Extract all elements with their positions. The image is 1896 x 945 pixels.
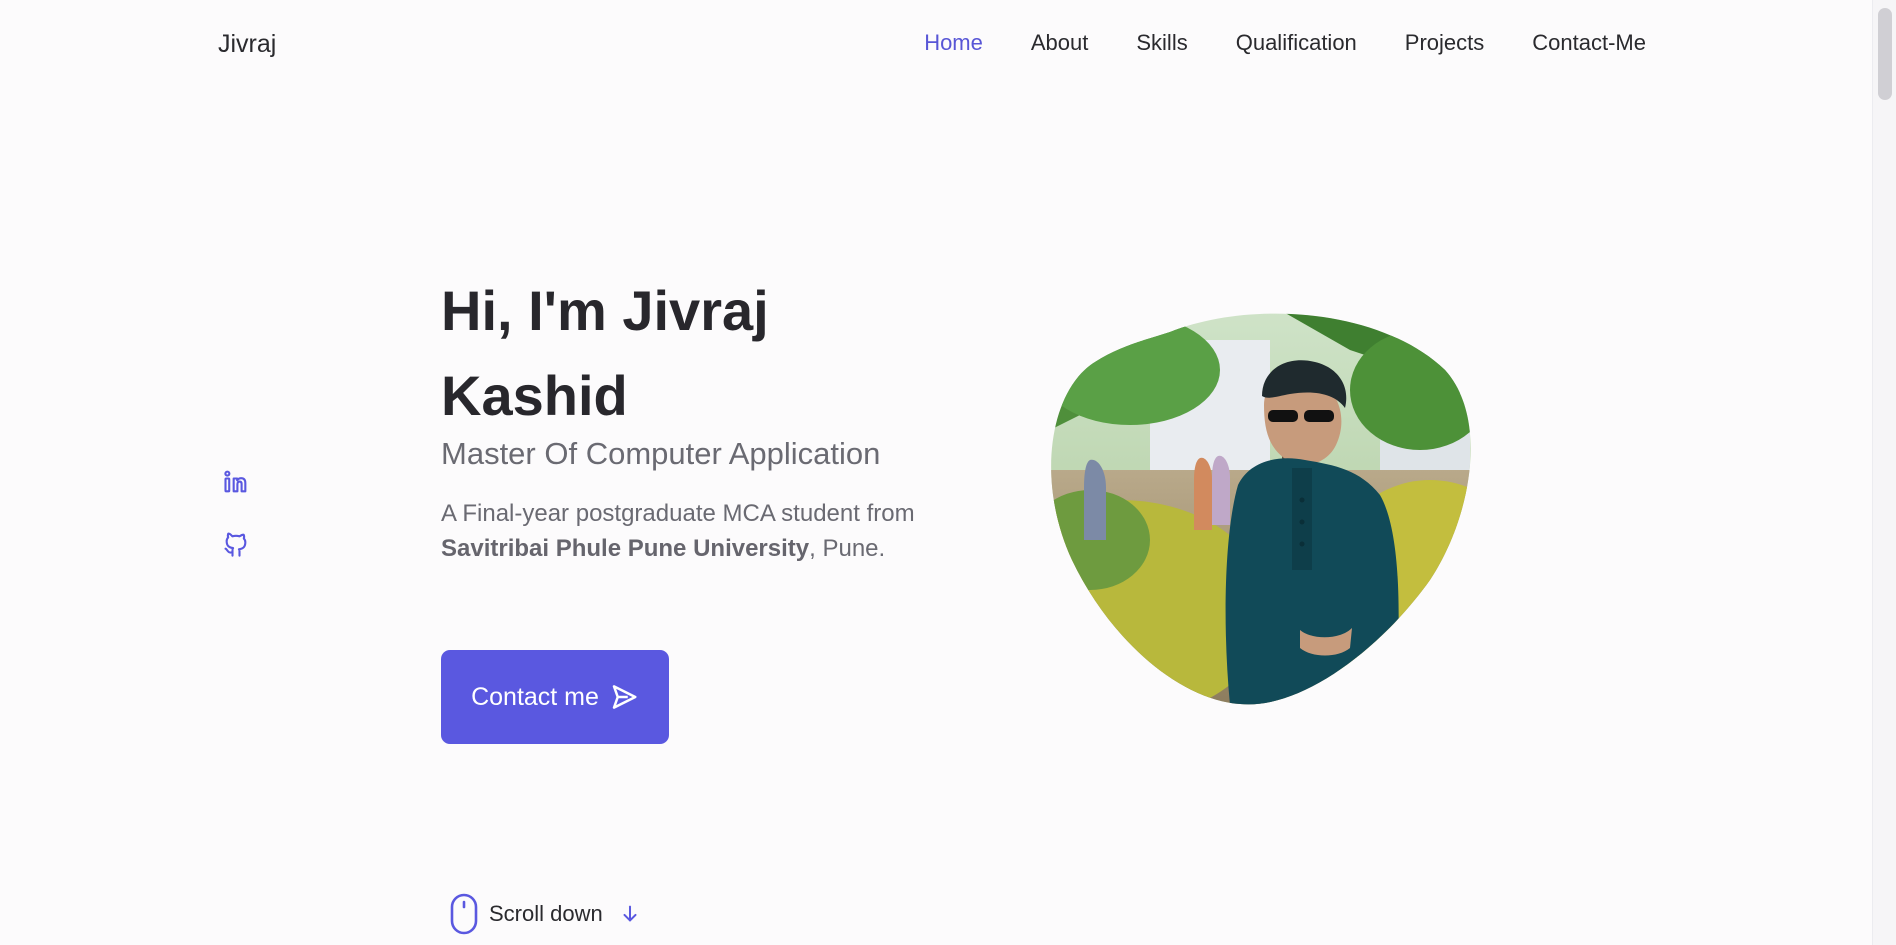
page: Jivraj Home About Skills Qualification P… <box>0 0 1896 945</box>
nav-projects[interactable]: Projects <box>1405 30 1484 56</box>
hero-title-line2: Kashid <box>441 364 628 427</box>
linkedin-icon[interactable] <box>222 468 250 496</box>
hero-desc-university: Savitribai Phule Pune University <box>441 535 810 562</box>
arrow-down-icon <box>623 905 637 922</box>
scroll-down-label: Scroll down <box>489 901 603 926</box>
send-icon <box>612 685 637 709</box>
hero-title-line1: Hi, I'm Jivraj <box>441 279 769 342</box>
nav-qualification[interactable]: Qualification <box>1236 30 1357 56</box>
scroll-down[interactable]: Scroll down <box>449 893 641 935</box>
nav-contact-me[interactable]: Contact-Me <box>1532 30 1646 56</box>
hero-description: A Final-year postgraduate MCA student fr… <box>441 496 941 566</box>
hero-desc-prefix: A Final-year postgraduate MCA student fr… <box>441 500 915 527</box>
scrollbar-thumb[interactable] <box>1878 8 1892 100</box>
contact-me-label: Contact me <box>471 682 599 711</box>
nav-home[interactable]: Home <box>924 30 983 56</box>
hero-title: Hi, I'm Jivraj Kashid <box>441 268 1001 438</box>
profile-photo <box>1051 313 1471 705</box>
github-icon[interactable] <box>222 530 250 558</box>
hero-subtitle: Master Of Computer Application <box>441 436 881 471</box>
hero-desc-suffix: , Pune. <box>809 535 886 562</box>
vertical-scrollbar[interactable] <box>1872 0 1896 945</box>
social-links <box>222 468 250 558</box>
nav-about[interactable]: About <box>1031 30 1089 56</box>
nav-skills[interactable]: Skills <box>1136 30 1187 56</box>
header: Jivraj Home About Skills Qualification P… <box>0 0 1872 92</box>
main-nav: Home About Skills Qualification Projects… <box>924 30 1646 56</box>
contact-me-button[interactable]: Contact me <box>441 650 669 744</box>
logo[interactable]: Jivraj <box>218 30 276 59</box>
mouse-icon <box>450 893 478 935</box>
